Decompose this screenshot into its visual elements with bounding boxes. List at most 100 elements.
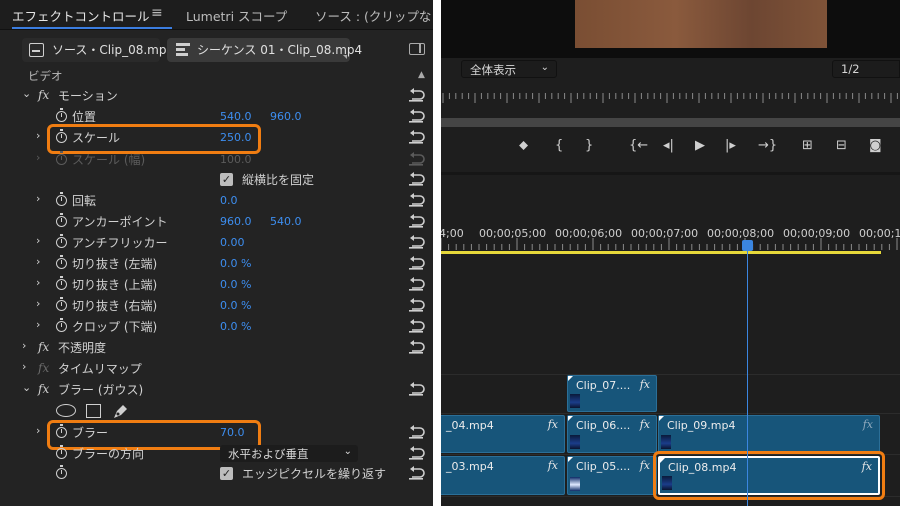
anchor-y-value[interactable]: 540.0 bbox=[270, 215, 302, 228]
chevron-right-icon[interactable]: › bbox=[36, 425, 46, 436]
stopwatch-icon[interactable] bbox=[56, 108, 67, 122]
panel-menu-icon[interactable]: ≡ bbox=[151, 5, 163, 21]
step-back-icon[interactable]: ◂| bbox=[663, 139, 674, 153]
reset-icon[interactable] bbox=[409, 277, 425, 291]
timeline-clip-clip04[interactable]: _04.mp4 fx bbox=[441, 415, 565, 453]
stopwatch-icon[interactable] bbox=[56, 318, 67, 332]
crop-top-value[interactable]: 0.0 % bbox=[220, 278, 251, 291]
stopwatch-icon[interactable] bbox=[56, 297, 67, 311]
playback-resolution-select[interactable]: 1/2 bbox=[832, 60, 900, 78]
crop-bottom-value[interactable]: 0.0 % bbox=[220, 320, 251, 333]
reset-icon[interactable] bbox=[409, 298, 425, 312]
playhead-handle[interactable] bbox=[742, 240, 753, 251]
fx-toggle-icon[interactable]: fx bbox=[38, 340, 49, 354]
clip-name: Clip_05.... bbox=[576, 460, 631, 473]
sequence-clip-chip[interactable]: シーケンス 01・Clip_08.mp4 bbox=[167, 38, 362, 62]
timeline-clip-clip05[interactable]: Clip_05.... fx bbox=[567, 456, 657, 495]
chevron-right-icon[interactable]: › bbox=[36, 298, 46, 309]
reset-icon[interactable] bbox=[409, 214, 425, 228]
reset-icon[interactable] bbox=[409, 256, 425, 270]
chevron-right-icon[interactable]: › bbox=[22, 340, 32, 351]
opacity-effect-row[interactable]: › fx 不透明度 bbox=[0, 338, 433, 359]
play-icon[interactable]: ▶ bbox=[695, 139, 705, 153]
uniform-scale-checkbox[interactable]: ✓ bbox=[220, 173, 233, 186]
program-scroll-bar[interactable] bbox=[441, 118, 900, 127]
reset-icon[interactable] bbox=[409, 193, 425, 207]
stopwatch-icon[interactable] bbox=[56, 192, 67, 206]
crop-left-value[interactable]: 0.0 % bbox=[220, 257, 251, 270]
mark-in-icon[interactable]: { bbox=[555, 139, 563, 153]
timeline-clip-clip09[interactable]: Clip_09.mp4 fx bbox=[658, 415, 880, 453]
chevron-right-icon[interactable]: › bbox=[36, 130, 46, 141]
gaussian-blur-effect-row[interactable]: ⌄ fx ブラー (ガウス) bbox=[0, 380, 433, 401]
chevron-down-icon[interactable]: ⌄ bbox=[22, 88, 32, 99]
blur-dimensions-select[interactable]: 水平および垂直 ⌄ bbox=[220, 445, 358, 462]
reset-icon[interactable] bbox=[409, 382, 425, 396]
chevron-right-icon[interactable]: › bbox=[36, 193, 46, 204]
stopwatch-icon[interactable] bbox=[56, 465, 67, 479]
toggle-timeline-view-icon[interactable] bbox=[409, 43, 425, 55]
go-to-out-icon[interactable]: →} bbox=[758, 139, 777, 153]
pen-mask-icon[interactable] bbox=[112, 402, 130, 420]
anchor-x-value[interactable]: 960.0 bbox=[220, 215, 252, 228]
stopwatch-icon[interactable] bbox=[56, 255, 67, 269]
reset-icon[interactable] bbox=[409, 446, 425, 460]
reset-icon[interactable] bbox=[409, 340, 425, 354]
timeline-clip-clip07[interactable]: Clip_07.... fx bbox=[567, 375, 657, 412]
repeat-edge-pixels-checkbox[interactable]: ✓ bbox=[220, 467, 233, 480]
timeline-clip-clip03[interactable]: _03.mp4 fx bbox=[441, 456, 565, 495]
source-clip-chip[interactable]: ソース・Clip_08.mp4 bbox=[22, 38, 174, 62]
go-to-in-icon[interactable]: {← bbox=[629, 139, 648, 153]
stopwatch-icon[interactable] bbox=[56, 213, 67, 227]
reset-icon[interactable] bbox=[409, 425, 425, 439]
fx-badge-icon: fx bbox=[639, 459, 650, 472]
chevron-right-icon[interactable]: › bbox=[36, 277, 46, 288]
timeline-panel-divider bbox=[441, 172, 900, 175]
repeat-edge-pixels-label: エッジピクセルを繰り返す bbox=[242, 467, 387, 481]
reset-icon[interactable] bbox=[409, 466, 425, 480]
work-area-bar[interactable] bbox=[441, 251, 881, 254]
crop-right-value[interactable]: 0.0 % bbox=[220, 299, 251, 312]
chevron-right-icon[interactable]: › bbox=[36, 235, 46, 246]
chevron-right-icon[interactable]: › bbox=[22, 361, 32, 372]
add-marker-icon[interactable]: ⬥ bbox=[519, 139, 528, 153]
tab-effect-controls[interactable]: エフェクトコントロール bbox=[12, 6, 150, 25]
position-x-value[interactable]: 540.0 bbox=[220, 110, 252, 123]
chevron-right-icon[interactable]: › bbox=[36, 256, 46, 267]
lift-icon[interactable]: ⊞ bbox=[802, 139, 813, 153]
position-label: 位置 bbox=[72, 110, 97, 124]
tab-source[interactable]: ソース : (クリップなし) bbox=[315, 6, 433, 25]
stopwatch-icon[interactable] bbox=[56, 234, 67, 248]
stopwatch-icon[interactable] bbox=[56, 445, 67, 459]
stopwatch-icon[interactable] bbox=[56, 276, 67, 290]
reset-icon[interactable] bbox=[409, 88, 425, 102]
mark-out-icon[interactable]: } bbox=[585, 139, 593, 153]
program-mini-ruler[interactable] bbox=[441, 88, 900, 116]
fx-toggle-icon[interactable]: fx bbox=[38, 382, 49, 396]
reset-icon[interactable] bbox=[409, 109, 425, 123]
collapse-up-icon[interactable]: ▲ bbox=[418, 70, 425, 80]
clip-corner-marker bbox=[568, 416, 573, 421]
scale-width-row: › スケール (幅) 100.0 bbox=[0, 150, 433, 171]
motion-effect-row[interactable]: ⌄ fx モーション bbox=[0, 86, 433, 107]
reset-icon[interactable] bbox=[409, 319, 425, 333]
ellipse-mask-icon[interactable] bbox=[56, 404, 76, 417]
reset-icon[interactable] bbox=[409, 235, 425, 249]
time-remap-row[interactable]: › fx タイムリマップ bbox=[0, 359, 433, 380]
tab-lumetri-scopes[interactable]: Lumetri スコープ bbox=[186, 6, 287, 25]
rotation-value[interactable]: 0.0 bbox=[220, 194, 238, 207]
selected-clip-highlight-box bbox=[653, 451, 885, 500]
fx-toggle-icon[interactable]: fx bbox=[38, 88, 49, 102]
timeline-clip-clip06[interactable]: Clip_06.... fx bbox=[567, 415, 657, 453]
reset-icon[interactable] bbox=[409, 130, 425, 144]
extract-icon[interactable]: ⊟ bbox=[836, 139, 847, 153]
rectangle-mask-icon[interactable] bbox=[86, 404, 101, 418]
reset-icon[interactable] bbox=[409, 172, 425, 186]
step-forward-icon[interactable]: |▸ bbox=[725, 139, 736, 153]
chevron-down-icon[interactable]: ⌄ bbox=[22, 382, 32, 393]
zoom-level-select[interactable]: 全体表示 ⌄ bbox=[461, 60, 557, 78]
export-frame-camera-icon[interactable]: ◙ bbox=[869, 139, 882, 153]
chevron-right-icon[interactable]: › bbox=[36, 319, 46, 330]
position-y-value[interactable]: 960.0 bbox=[270, 110, 302, 123]
antiflicker-value[interactable]: 0.00 bbox=[220, 236, 245, 249]
